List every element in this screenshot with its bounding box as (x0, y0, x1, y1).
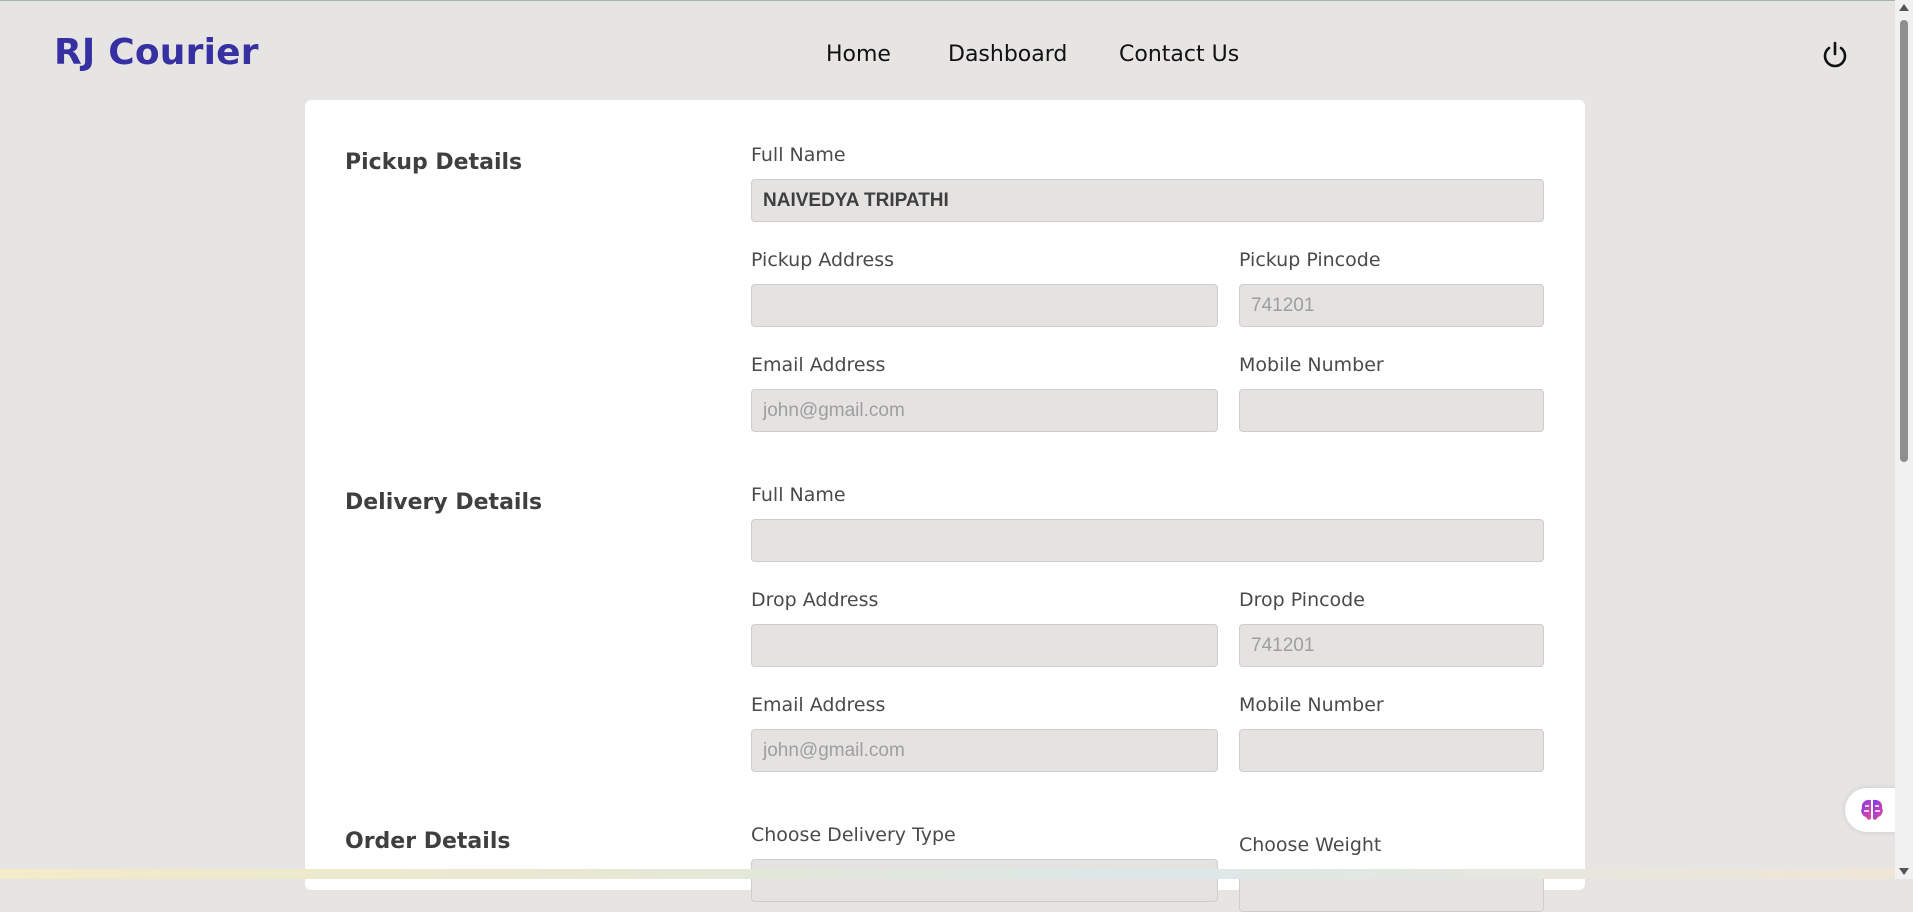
brain-icon (1861, 799, 1883, 820)
order-form-card: Pickup Details Full Name NAIVEDYA TRIPAT… (305, 100, 1585, 912)
delivery-email-input[interactable]: john@gmail.com (751, 729, 1218, 772)
pickup-mobile-label: Mobile Number (1239, 354, 1384, 376)
scrollbar-thumb[interactable] (1900, 20, 1908, 462)
power-icon[interactable] (1820, 40, 1850, 70)
pickup-full-name-label: Full Name (751, 144, 846, 166)
scroll-down-icon[interactable] (1899, 868, 1909, 875)
pickup-address-input[interactable] (751, 284, 1218, 327)
nav-dashboard[interactable]: Dashboard (948, 42, 1067, 67)
drop-address-input[interactable] (751, 624, 1218, 667)
brand-logo[interactable]: RJ Courier (54, 32, 259, 73)
pickup-full-name-input[interactable]: NAIVEDYA TRIPATHI (751, 179, 1544, 222)
pickup-pincode-label: Pickup Pincode (1239, 249, 1381, 271)
drop-pincode-label: Drop Pincode (1239, 589, 1365, 611)
delivery-email-label: Email Address (751, 694, 886, 716)
nav-home[interactable]: Home (826, 42, 891, 67)
drop-pincode-input[interactable]: 741201 (1239, 624, 1544, 667)
delivery-mobile-label: Mobile Number (1239, 694, 1384, 716)
pickup-section-title: Pickup Details (345, 150, 523, 175)
weight-label: Choose Weight (1239, 834, 1382, 856)
pickup-pincode-input[interactable]: 741201 (1239, 284, 1544, 327)
pickup-email-label: Email Address (751, 354, 886, 376)
delivery-full-name-label: Full Name (751, 484, 846, 506)
delivery-mobile-input[interactable] (1239, 729, 1544, 772)
nav-contact-us[interactable]: Contact Us (1119, 42, 1239, 67)
page-scrollbar[interactable] (1895, 0, 1913, 879)
order-section-title: Order Details (345, 829, 511, 854)
scroll-up-icon[interactable] (1899, 4, 1909, 11)
delivery-type-label: Choose Delivery Type (751, 824, 956, 846)
pickup-email-input[interactable]: john@gmail.com (751, 389, 1218, 432)
assistant-bubble[interactable] (1845, 788, 1901, 832)
site-header: RJ Courier Home Dashboard Contact Us (0, 0, 1895, 100)
delivery-full-name-input[interactable] (751, 519, 1544, 562)
bottom-gradient-strip (0, 869, 1895, 879)
pickup-address-label: Pickup Address (751, 249, 894, 271)
delivery-section-title: Delivery Details (345, 490, 543, 515)
pickup-mobile-input[interactable] (1239, 389, 1544, 432)
delivery-type-select[interactable] (751, 859, 1218, 902)
drop-address-label: Drop Address (751, 589, 879, 611)
